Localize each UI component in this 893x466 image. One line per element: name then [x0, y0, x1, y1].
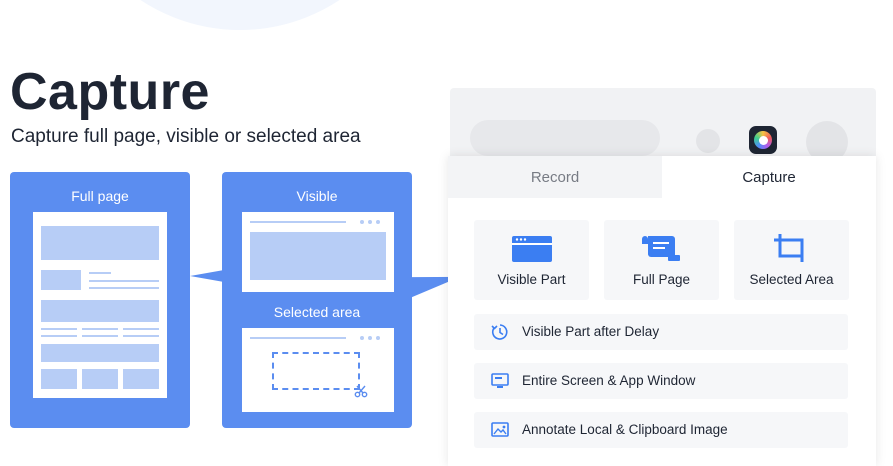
- entire-screen-label: Entire Screen & App Window: [522, 373, 696, 388]
- toolbar-button[interactable]: [696, 129, 720, 153]
- annotate-image-button[interactable]: Annotate Local & Clipboard Image: [474, 412, 848, 448]
- tab-record[interactable]: Record: [448, 156, 662, 198]
- visible-illustration: [242, 212, 394, 292]
- visible-card-label: Visible: [296, 188, 338, 204]
- full-page-label: Full Page: [632, 272, 691, 287]
- page-title: Capture: [10, 63, 210, 121]
- capture-popup: Record Capture Visible Part Full Page Se…: [448, 156, 876, 466]
- background-ring: [60, 0, 420, 30]
- selected-area-label: Selected Area: [749, 272, 834, 287]
- selected-area-illustration: [242, 328, 394, 412]
- full-page-illustration: [33, 212, 167, 398]
- timer-icon: [491, 324, 508, 340]
- annotate-image-label: Annotate Local & Clipboard Image: [522, 422, 728, 437]
- selected-area-card-label: Selected area: [273, 304, 361, 320]
- selected-area-button[interactable]: Selected Area: [734, 220, 849, 300]
- selection-rect: [272, 352, 360, 390]
- card-connector: [190, 270, 224, 282]
- address-bar[interactable]: [470, 120, 660, 156]
- scissors-icon: [354, 385, 368, 398]
- tab-capture[interactable]: Capture: [662, 156, 876, 198]
- full-page-card: Full page: [10, 172, 190, 428]
- visible-part-after-delay-label: Visible Part after Delay: [522, 324, 660, 339]
- browser-window-icon: [512, 236, 552, 262]
- image-icon: [491, 422, 509, 437]
- scroll-page-icon: [642, 236, 680, 261]
- full-page-card-label: Full page: [71, 188, 129, 204]
- monitor-icon: [491, 373, 509, 388]
- page-subtitle: Capture full page, visible or selected a…: [11, 126, 361, 147]
- visible-part-after-delay-button[interactable]: Visible Part after Delay: [474, 314, 848, 350]
- crop-icon: [774, 234, 804, 262]
- entire-screen-button[interactable]: Entire Screen & App Window: [474, 363, 848, 399]
- visible-part-label: Visible Part: [497, 272, 566, 287]
- extension-icon[interactable]: [749, 126, 777, 154]
- visible-card: Visible Selected area: [222, 172, 412, 428]
- visible-part-button[interactable]: Visible Part: [474, 220, 589, 300]
- full-page-button[interactable]: Full Page: [604, 220, 719, 300]
